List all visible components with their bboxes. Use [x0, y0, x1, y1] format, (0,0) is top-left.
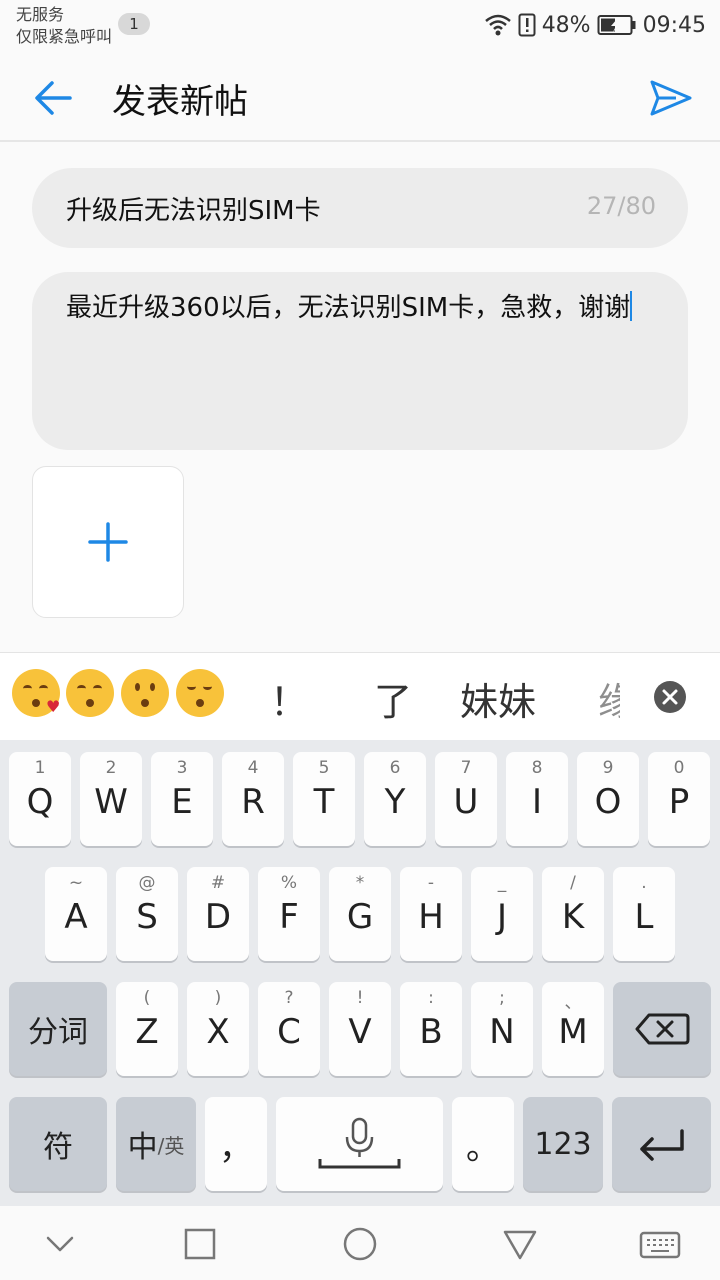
navigation-bar: [0, 1206, 720, 1280]
status-icons: 48% 09:45: [484, 10, 706, 40]
key-p[interactable]: 0P: [648, 752, 710, 846]
back-triangle-icon[interactable]: [502, 1226, 538, 1262]
emergency-only-text: 仅限紧急呼叫: [16, 27, 113, 46]
text-cursor: [630, 291, 633, 321]
key-s[interactable]: @ S: [116, 867, 178, 961]
title-char-counter: 27/80: [586, 192, 656, 220]
battery-charging-icon: [597, 15, 636, 35]
hide-keyboard-chevron-icon[interactable]: [42, 1226, 78, 1262]
notification-badge: 1: [118, 13, 150, 35]
post-body-input[interactable]: 最近升级360以后，无法识别SIM卡，急救，谢谢: [32, 272, 688, 450]
comma-key[interactable]: ，: [205, 1097, 267, 1191]
app-bar: 发表新帖: [0, 52, 720, 142]
post-title-input[interactable]: 升级后无法识别SIM卡 27/80: [32, 168, 688, 248]
key-i[interactable]: 8I: [506, 752, 568, 846]
add-attachment-button[interactable]: [32, 466, 184, 618]
segment-key[interactable]: 分词: [9, 982, 107, 1076]
key-t[interactable]: 5T: [293, 752, 355, 846]
backspace-key[interactable]: [613, 982, 711, 1076]
enter-icon: [640, 1129, 684, 1161]
key-n[interactable]: ; N: [471, 982, 533, 1076]
kissing-heart-emoji-icon[interactable]: ♥: [12, 669, 60, 717]
key-q[interactable]: 1Q: [9, 752, 71, 846]
kissing-emoji-icon[interactable]: [121, 669, 169, 717]
key-y[interactable]: 6Y: [364, 752, 426, 846]
period-key[interactable]: 。: [452, 1097, 514, 1191]
key-o[interactable]: 9O: [577, 752, 639, 846]
key-u[interactable]: 7U: [435, 752, 497, 846]
keyboard: 1Q 2W 3E 4R 5T 6Y 7U 8I 9O 0P ~ A @ S # D %…: [0, 740, 720, 1206]
close-candidates-icon[interactable]: [654, 681, 686, 713]
back-arrow-icon[interactable]: [30, 76, 78, 120]
key-g[interactable]: * G: [329, 867, 391, 961]
key-e[interactable]: 3E: [151, 752, 213, 846]
key-r[interactable]: 4R: [222, 752, 284, 846]
post-title-value: 升级后无法识别SIM卡: [66, 196, 321, 226]
page-title: 发表新帖: [112, 82, 248, 122]
candidate-word[interactable]: 妹妹: [460, 671, 536, 726]
key-b[interactable]: :B: [400, 982, 462, 1076]
key-k[interactable]: / K: [542, 867, 604, 961]
ime-candidate-bar: ♥ ！ 了 妹妹 缘: [0, 652, 720, 741]
key-d[interactable]: # D: [187, 867, 249, 961]
wifi-icon: [484, 14, 511, 36]
kissing-smiling-eyes-emoji-icon[interactable]: [176, 669, 224, 717]
key-l[interactable]: .L: [613, 867, 675, 961]
post-body-text: 最近升级360以后，无法识别SIM卡，急救，谢谢: [66, 293, 631, 323]
key-v[interactable]: ! V: [329, 982, 391, 1076]
recents-square-icon[interactable]: [182, 1226, 218, 1262]
language-switch-key[interactable]: 中/英: [116, 1097, 196, 1191]
lang-main: 中: [127, 1130, 158, 1165]
post-body-value: 最近升级360以后，无法识别SIM卡，急救，谢谢: [66, 290, 666, 326]
candidate-word[interactable]: 缘: [598, 671, 620, 726]
number-switch-key[interactable]: 123: [523, 1097, 603, 1191]
key-c[interactable]: ? C: [258, 982, 320, 1076]
heart-icon: ♥: [46, 697, 61, 716]
kissing-closed-eyes-emoji-icon[interactable]: [66, 669, 114, 717]
key-h[interactable]: -H: [400, 867, 462, 961]
lang-sub: /英: [157, 1133, 185, 1158]
key-f[interactable]: % F: [258, 867, 320, 961]
space-voice-key[interactable]: [276, 1097, 443, 1191]
key-x[interactable]: ) X: [187, 982, 249, 1076]
carrier-info: 无服务 仅限紧急呼叫: [16, 4, 112, 48]
key-z[interactable]: (Z: [116, 982, 178, 1076]
clock: 09:45: [642, 12, 706, 38]
home-circle-icon[interactable]: [342, 1226, 378, 1262]
plus-icon: [88, 522, 128, 562]
carrier-status: 无服务: [16, 5, 65, 24]
backspace-icon: [635, 1013, 690, 1045]
status-bar: 无服务 仅限紧急呼叫 1 48% 09:45: [0, 0, 720, 52]
keyboard-switch-icon[interactable]: [638, 1226, 682, 1262]
symbol-key[interactable]: 符: [9, 1097, 107, 1191]
key-w[interactable]: 2W: [80, 752, 142, 846]
battery-percent: 48%: [541, 12, 591, 38]
microphone-icon: [318, 1117, 401, 1169]
key-m[interactable]: 、 M: [542, 982, 604, 1076]
candidate-word[interactable]: ！: [270, 671, 308, 726]
candidate-word[interactable]: 了: [374, 671, 412, 726]
key-a[interactable]: ~ A: [45, 867, 107, 961]
key-j[interactable]: _ J: [471, 867, 533, 961]
enter-key[interactable]: [612, 1097, 711, 1191]
send-icon[interactable]: [646, 76, 694, 120]
alert-icon: [518, 13, 536, 37]
